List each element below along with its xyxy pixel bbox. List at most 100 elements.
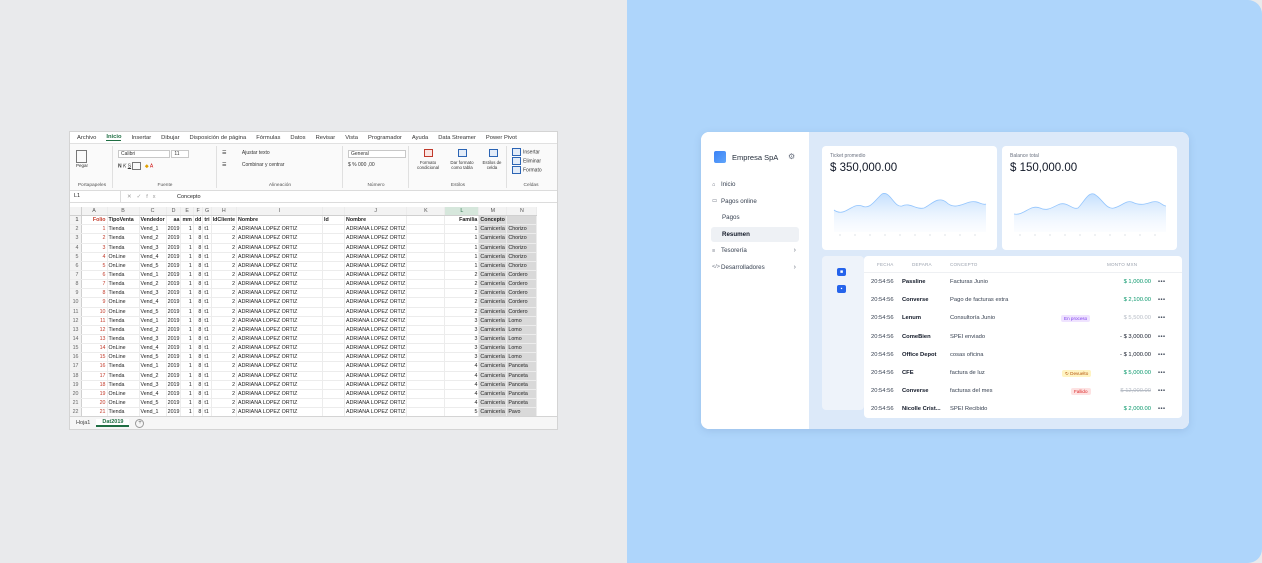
sheet-tab-hoja1[interactable]: Hoja1 (70, 420, 96, 426)
sheet-cell[interactable]: 2 (211, 389, 238, 399)
sheet-cell[interactable]: Vend_4 (139, 252, 167, 262)
sheet-cell[interactable]: 8 (193, 288, 204, 299)
sheet-cell[interactable] (406, 224, 446, 235)
sheet-cell[interactable]: 2 (211, 371, 238, 381)
sheet-cell[interactable]: Vendedor (139, 215, 167, 226)
sheet-cell[interactable]: t1 (202, 361, 212, 372)
sheet-cell[interactable]: Vend_1 (139, 224, 167, 235)
add-sheet-icon[interactable]: + (135, 418, 145, 428)
ribbon-tab-power-pivot[interactable]: Power Pivot (486, 135, 517, 141)
sheet-cell[interactable]: ADRIANA LOPEZ ORTIZ (344, 398, 408, 409)
sheet-cell[interactable]: 8 (193, 334, 204, 345)
sheet-cell[interactable] (322, 288, 346, 299)
sheet-cell[interactable]: Carnicería (478, 316, 508, 326)
sheet-cell[interactable] (406, 279, 446, 290)
ribbon-tab-data-streamer[interactable]: Data Streamer (438, 135, 476, 141)
sheet-cell[interactable]: 2019 (166, 307, 182, 317)
sheet-cell[interactable]: 1 (180, 325, 194, 335)
sheet-cell[interactable]: Tienda (107, 270, 140, 281)
sheet-cell[interactable]: TipoVenta (107, 215, 140, 226)
sheet-cell[interactable]: ADRIANA LOPEZ ORTIZ (236, 380, 324, 390)
sheet-cell[interactable]: Carnicería (478, 243, 508, 253)
sheet-cell[interactable]: 8 (81, 288, 108, 299)
sheet-cell[interactable]: Tienda (107, 243, 140, 253)
insert-button[interactable]: Insertar (523, 149, 540, 155)
sheet-cell[interactable]: 16 (81, 361, 108, 372)
sheet-cell[interactable]: 1 (180, 233, 194, 244)
sheet-cell[interactable] (406, 307, 446, 317)
sheet-cell[interactable]: ADRIANA LOPEZ ORTIZ (344, 325, 408, 335)
column-header[interactable]: J (344, 207, 408, 217)
sheet-cell[interactable]: Carnicería (478, 307, 508, 317)
font-color-icon[interactable]: A (150, 163, 153, 169)
sheet-cell[interactable]: 3 (444, 325, 480, 335)
column-header[interactable]: F (193, 207, 204, 217)
more-options-icon[interactable]: ••• (1158, 352, 1166, 358)
sheet-cell[interactable]: 1 (444, 224, 480, 235)
sheet-cell[interactable]: Vend_5 (139, 261, 167, 271)
sheet-cell[interactable]: Chorizo (506, 233, 538, 244)
sheet-cell[interactable] (406, 398, 446, 409)
number-format-buttons[interactable]: $ % 000 ,00 (348, 162, 375, 168)
sheet-cell[interactable] (406, 389, 446, 399)
sheet-cell[interactable]: ADRIANA LOPEZ ORTIZ (344, 371, 408, 381)
number-format-select[interactable]: General (348, 150, 406, 158)
sheet-cell[interactable]: OnLine (107, 352, 140, 363)
sheet-cell[interactable]: 1 (180, 279, 194, 290)
sheet-cell[interactable]: 5 (81, 261, 108, 271)
sheet-cell[interactable]: 2 (211, 233, 238, 244)
sheet-cell[interactable]: 4 (444, 380, 480, 390)
fx-icon[interactable]: ✕✓fx (121, 194, 173, 200)
sheet-cell[interactable]: t1 (202, 398, 212, 409)
ribbon-tab-archivo[interactable]: Archivo (77, 135, 96, 141)
sheet-cell[interactable]: 8 (193, 389, 204, 399)
sheet-cell[interactable] (406, 270, 446, 281)
sheet-cell[interactable]: 1 (444, 252, 480, 262)
sheet-cell[interactable]: Vend_2 (139, 325, 167, 335)
sheet-cell[interactable]: 2019 (166, 297, 182, 308)
sheet-cell[interactable]: Carnicería (478, 261, 508, 271)
sheet-cell[interactable]: ADRIANA LOPEZ ORTIZ (344, 243, 408, 253)
sheet-cell[interactable]: Tienda (107, 380, 140, 390)
sheet-cell[interactable]: ADRIANA LOPEZ ORTIZ (236, 325, 324, 335)
sheet-cell[interactable]: 3 (444, 316, 480, 326)
sheet-cell[interactable] (322, 398, 346, 409)
sheet-cell[interactable]: ADRIANA LOPEZ ORTIZ (344, 270, 408, 281)
sheet-cell[interactable]: 2 (211, 243, 238, 253)
sheet-cell[interactable]: 2 (211, 361, 238, 372)
sheet-cell[interactable]: Lomo (506, 343, 538, 354)
sheet-cell[interactable] (322, 371, 346, 381)
ribbon-tab-ayuda[interactable]: Ayuda (412, 135, 428, 141)
sheet-cell[interactable]: ADRIANA LOPEZ ORTIZ (344, 261, 408, 271)
select-all-corner[interactable] (70, 207, 82, 217)
sheet-cell[interactable]: t1 (202, 380, 212, 390)
column-header[interactable]: N (506, 207, 538, 217)
sheet-cell[interactable]: 8 (193, 371, 204, 381)
sheet-cell[interactable]: 2 (211, 343, 238, 354)
sheet-cell[interactable]: 2019 (166, 243, 182, 253)
sheet-cell[interactable] (322, 343, 346, 354)
sheet-cell[interactable]: Carnicería (478, 288, 508, 299)
table-row[interactable]: 20:54:56 Converse Pago de facturas extra $ … (864, 291, 1182, 309)
sheet-cell[interactable]: OnLine (107, 297, 140, 308)
sheet-cell[interactable]: Vend_1 (139, 270, 167, 281)
sheet-cell[interactable]: 8 (193, 307, 204, 317)
column-header[interactable]: D (166, 207, 182, 217)
sheet-cell[interactable]: 2019 (166, 252, 182, 262)
column-header[interactable]: E (180, 207, 194, 217)
sheet-cell[interactable]: 13 (81, 334, 108, 345)
table-row[interactable]: 20:54:56 Nicolle Crist... SPEI Recibido $ 2… (864, 400, 1182, 418)
sheet-cell[interactable]: ADRIANA LOPEZ ORTIZ (236, 398, 324, 409)
borders-icon[interactable] (132, 162, 142, 170)
sidebar-item-desarrolladores[interactable]: </> Desarrolladores › (711, 260, 799, 275)
sheet-cell[interactable]: Id (322, 215, 346, 226)
sheet-cell[interactable]: Chorizo (506, 224, 538, 235)
sheet-cell[interactable]: ADRIANA LOPEZ ORTIZ (236, 261, 324, 271)
sheet-cell[interactable]: Vend_1 (139, 361, 167, 372)
ribbon-tab-programador[interactable]: Programador (368, 135, 402, 141)
row-number[interactable]: 9 (70, 288, 82, 299)
sheet-cell[interactable]: Cordero (506, 297, 538, 308)
sheet-cell[interactable] (506, 215, 538, 226)
sheet-cell[interactable]: 1 (180, 270, 194, 281)
sheet-cell[interactable]: 11 (81, 316, 108, 326)
